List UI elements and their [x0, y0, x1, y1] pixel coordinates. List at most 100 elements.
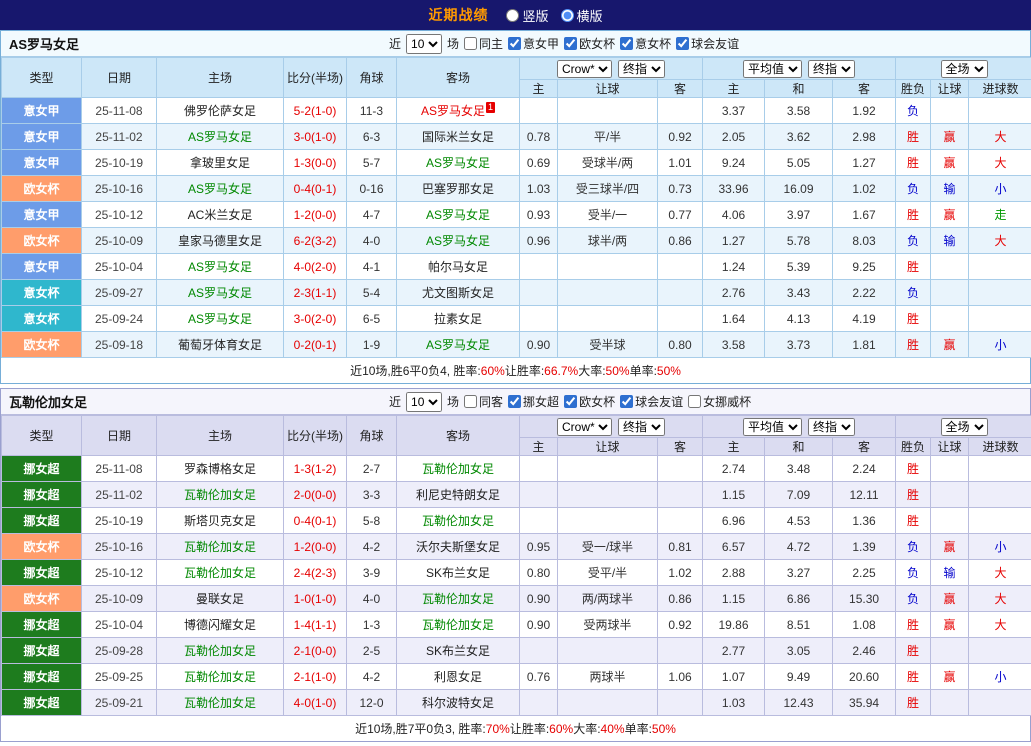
filter-checkbox[interactable]: 球会友谊 [676, 35, 739, 52]
away-team[interactable]: 利尼史特朗女足 [416, 488, 500, 502]
home-team[interactable]: AS罗马女足 [188, 286, 252, 300]
home-team[interactable]: 曼联女足 [196, 592, 244, 606]
handicap-result-flag [931, 254, 969, 280]
away-team[interactable]: 巴塞罗那女足 [422, 182, 494, 196]
ah-time-select[interactable]: 终指 [618, 418, 665, 436]
away-team[interactable]: AS罗马女足 [426, 234, 490, 248]
eu-time-select[interactable]: 终指 [808, 418, 855, 436]
goals-result-flag: 大 [969, 560, 1031, 586]
away-team[interactable]: 国际米兰女足 [422, 130, 494, 144]
match-count-select[interactable]: 10 [406, 392, 442, 412]
result-flag: 胜 [896, 508, 931, 534]
filter-checkbox[interactable]: 欧女杯 [564, 35, 615, 52]
filter-checkbox-input[interactable] [464, 37, 477, 50]
away-team[interactable]: 拉素女足 [434, 312, 482, 326]
filter-checkbox-input[interactable] [564, 395, 577, 408]
filter-checkbox[interactable]: 欧女杯 [564, 393, 615, 410]
league-badge: 意女甲 [2, 150, 82, 176]
handicap-odds [520, 254, 558, 280]
match-count-select[interactable]: 10 [406, 34, 442, 54]
filter-checkbox[interactable]: 同客 [464, 393, 503, 410]
horizontal-layout-radio[interactable] [561, 9, 574, 22]
filter-checkbox[interactable]: 意女杯 [620, 35, 671, 52]
away-team[interactable]: 沃尔夫斯堡女足 [416, 540, 500, 554]
away-team[interactable]: AS罗马女足 [426, 338, 490, 352]
home-team[interactable]: AC米兰女足 [188, 208, 253, 222]
filter-checkbox-input[interactable] [620, 37, 633, 50]
layout-option-vertical[interactable]: 竖版 [506, 6, 548, 25]
result-flag: 负 [896, 98, 931, 124]
home-team[interactable]: 葡萄牙体育女足 [178, 338, 262, 352]
filter-checkbox-input[interactable] [676, 37, 689, 50]
home-team[interactable]: 瓦勒伦加女足 [184, 644, 256, 658]
league-badge: 意女甲 [2, 202, 82, 228]
home-team[interactable]: AS罗马女足 [188, 182, 252, 196]
home-team[interactable]: 瓦勒伦加女足 [184, 488, 256, 502]
result-flag: 胜 [896, 254, 931, 280]
home-team[interactable]: 佛罗伦萨女足 [184, 104, 256, 118]
corner-count: 4-2 [347, 664, 397, 690]
layout-option-horizontal[interactable]: 横版 [561, 6, 603, 25]
filter-checkbox[interactable]: 女挪威杯 [688, 393, 751, 410]
column-subheader: 客 [658, 438, 703, 456]
away-team[interactable]: 科尔波特女足 [422, 696, 494, 710]
filter-checkbox-input[interactable] [564, 37, 577, 50]
home-team[interactable]: 瓦勒伦加女足 [184, 670, 256, 684]
away-team[interactable]: 瓦勒伦加女足 [422, 618, 494, 632]
away-team[interactable]: AS罗马女足 [426, 208, 490, 222]
home-team[interactable]: 瓦勒伦加女足 [184, 696, 256, 710]
eu-source-select[interactable]: 平均值 [743, 418, 802, 436]
away-team[interactable]: AS罗马女足 [421, 104, 485, 118]
away-team[interactable]: SK布兰女足 [426, 566, 490, 580]
away-team[interactable]: 瓦勒伦加女足 [422, 462, 494, 476]
home-team[interactable]: AS罗马女足 [188, 130, 252, 144]
home-team[interactable]: 博德闪耀女足 [184, 618, 256, 632]
away-team[interactable]: 瓦勒伦加女足 [422, 514, 494, 528]
filter-checkbox[interactable]: 挪女超 [508, 393, 559, 410]
corner-count: 5-4 [347, 280, 397, 306]
eu-time-select[interactable]: 终指 [808, 60, 855, 78]
handicap-odds [558, 98, 658, 124]
match-row: 挪女超25-09-28瓦勒伦加女足2-1(0-0)2-5SK布兰女足2.773.… [2, 638, 1031, 664]
home-team[interactable]: 斯塔贝克女足 [184, 514, 256, 528]
euro-odds: 1.64 [703, 306, 765, 332]
home-team[interactable]: 皇家马德里女足 [178, 234, 262, 248]
scope-select[interactable]: 全场 [941, 418, 988, 436]
ah-time-select[interactable]: 终指 [618, 60, 665, 78]
away-team[interactable]: SK布兰女足 [426, 644, 490, 658]
home-team[interactable]: 罗森博格女足 [184, 462, 256, 476]
away-team[interactable]: AS罗马女足 [426, 156, 490, 170]
filter-checkbox-input[interactable] [464, 395, 477, 408]
home-team[interactable]: 瓦勒伦加女足 [184, 566, 256, 580]
match-row: 挪女超25-09-21瓦勒伦加女足4-0(1-0)12-0科尔波特女足1.031… [2, 690, 1031, 716]
filter-checkbox-input[interactable] [508, 395, 521, 408]
filter-checkbox[interactable]: 意女甲 [508, 35, 559, 52]
goals-result-flag [969, 456, 1031, 482]
handicap-result-flag: 输 [931, 560, 969, 586]
home-team[interactable]: AS罗马女足 [188, 260, 252, 274]
euro-odds: 2.88 [703, 560, 765, 586]
home-team-cell: 曼联女足 [157, 586, 284, 612]
filter-checkbox[interactable]: 同主 [464, 35, 503, 52]
summary-value: 50% [606, 364, 630, 378]
vertical-layout-radio[interactable] [506, 9, 519, 22]
euro-odds: 3.37 [703, 98, 765, 124]
ah-source-select[interactable]: Crow* [557, 60, 612, 78]
filter-checkbox[interactable]: 球会友谊 [620, 393, 683, 410]
home-team[interactable]: AS罗马女足 [188, 312, 252, 326]
away-team[interactable]: 瓦勒伦加女足 [422, 592, 494, 606]
home-team[interactable]: 拿玻里女足 [190, 156, 250, 170]
eu-source-select[interactable]: 平均值 [743, 60, 802, 78]
filter-checkbox-input[interactable] [688, 395, 701, 408]
away-team[interactable]: 帕尔马女足 [428, 260, 488, 274]
euro-odds: 2.46 [833, 638, 896, 664]
home-team[interactable]: 瓦勒伦加女足 [184, 540, 256, 554]
ah-source-select[interactable]: Crow* [557, 418, 612, 436]
filter-checkbox-input[interactable] [508, 37, 521, 50]
away-team[interactable]: 尤文图斯女足 [422, 286, 494, 300]
scope-select[interactable]: 全场 [941, 60, 988, 78]
filter-checkbox-input[interactable] [620, 395, 633, 408]
away-team[interactable]: 利恩女足 [434, 670, 482, 684]
euro-odds: 1.15 [703, 482, 765, 508]
filter-checkbox-label: 意女甲 [523, 35, 559, 52]
